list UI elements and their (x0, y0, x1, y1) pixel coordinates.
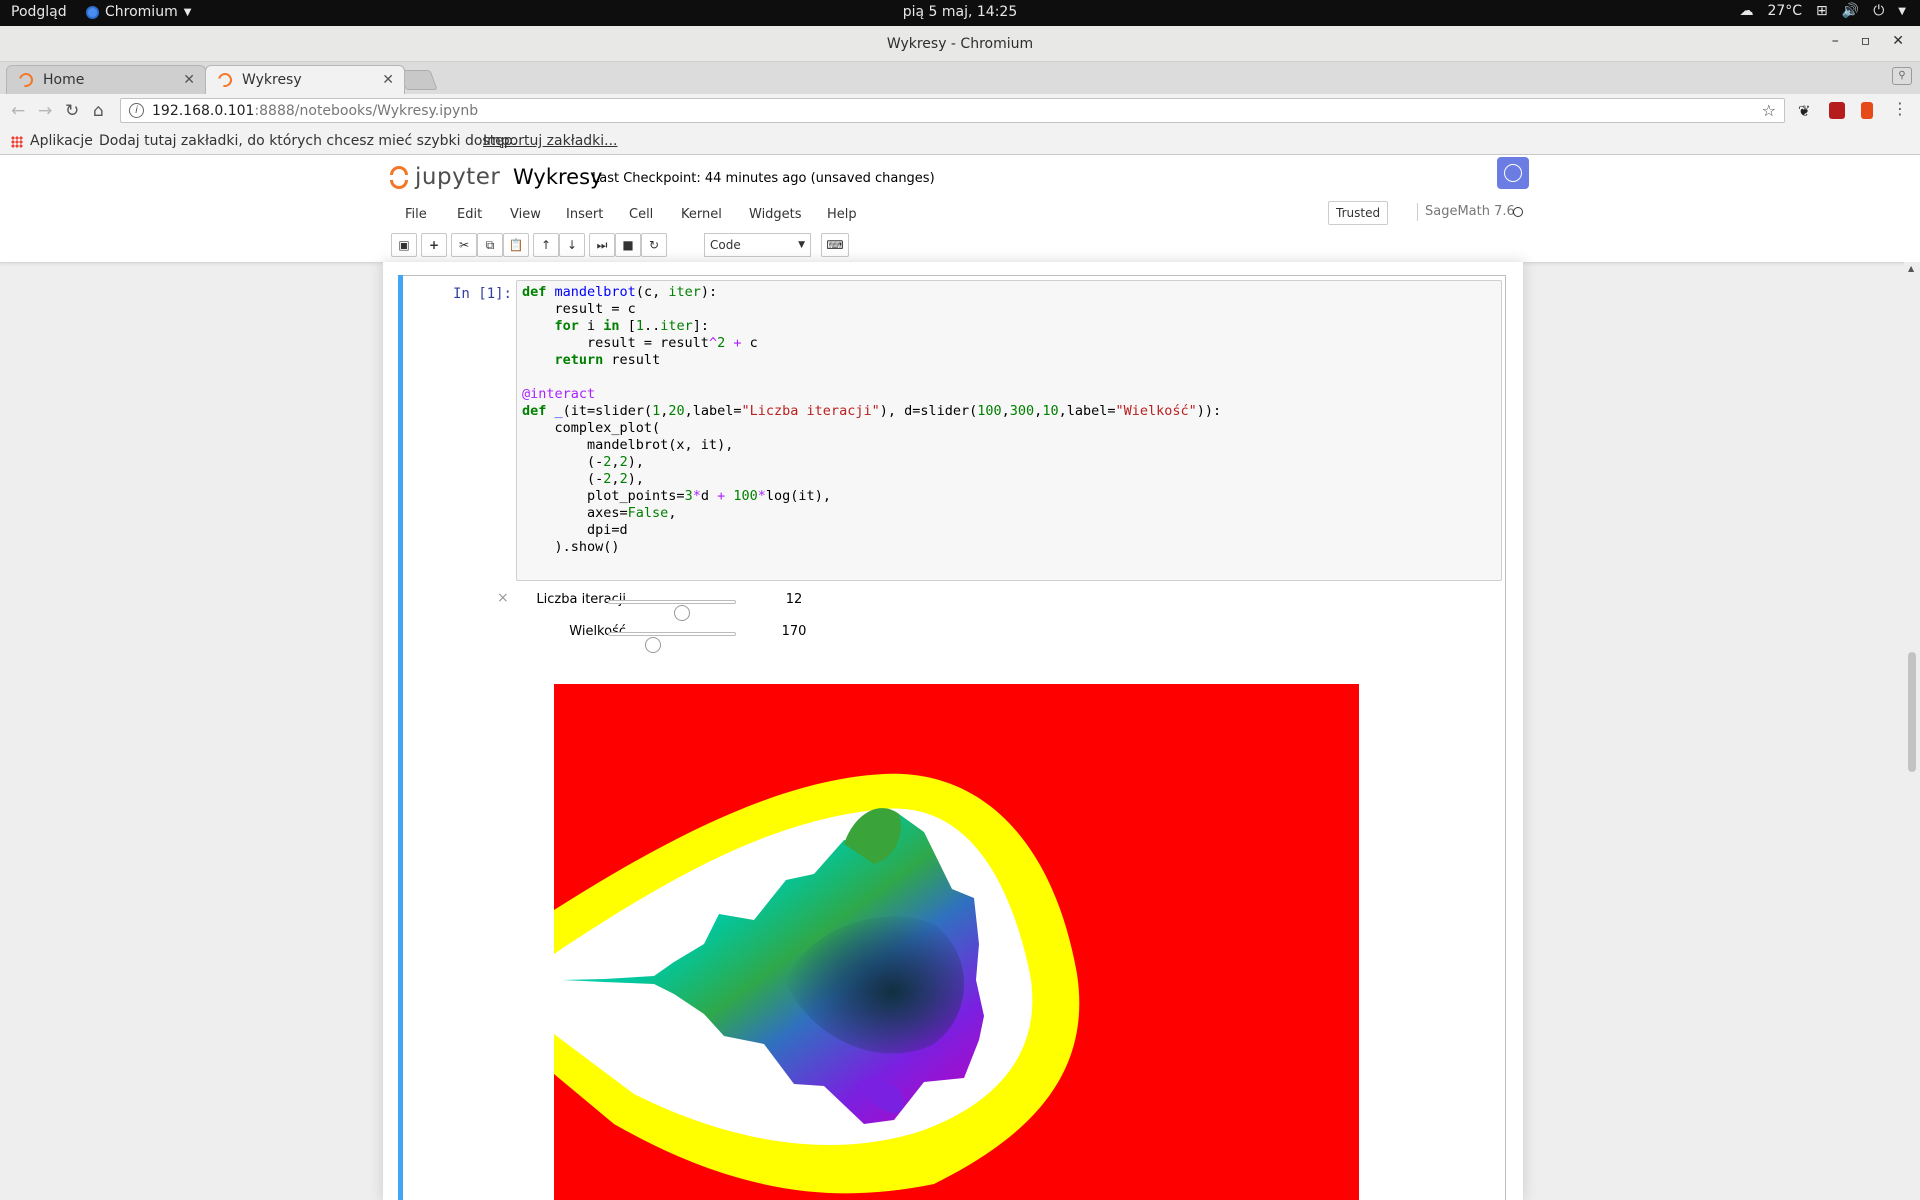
copy-icon[interactable]: ⧉ (477, 233, 503, 257)
slider-handle[interactable] (674, 605, 691, 621)
slider-track[interactable] (608, 632, 736, 653)
jupyter-logo-icon (389, 164, 409, 190)
info-icon[interactable]: i (129, 103, 144, 118)
extension-icon[interactable]: ❦ (1798, 102, 1814, 120)
run-icon[interactable]: ⏭ (589, 233, 615, 257)
tab-title: Home (43, 72, 85, 88)
slider-value[interactable]: 170 (774, 624, 814, 639)
scroll-up-icon[interactable]: ▲ (1908, 264, 1914, 273)
cell-selection-bar (398, 275, 403, 1200)
cut-icon[interactable]: ✂ (451, 233, 477, 257)
tab-title: Wykresy (242, 72, 302, 88)
volume-icon: 🔊 (1841, 3, 1860, 19)
kernel-name[interactable]: SageMath 7.6 (1417, 203, 1515, 221)
add-cell-icon[interactable]: + (421, 233, 447, 257)
apps-grid-icon[interactable] (11, 136, 23, 148)
app-menu[interactable]: Chromium ▼ (86, 4, 191, 20)
profile-icon[interactable]: ⚲ (1892, 67, 1912, 85)
chevron-down-icon: ▼ (183, 6, 192, 18)
notebook-title[interactable]: Wykresy (513, 165, 602, 189)
tab-strip: Home ✕ Wykresy ✕ ⚲ (0, 62, 1920, 94)
system-tray[interactable]: ☁ 27°C ⊞ 🔊 ⏻ ▼ (1739, 3, 1906, 19)
checkpoint-status: Last Checkpoint: 44 minutes ago (unsaved… (592, 171, 935, 186)
cell-type-value: Code (710, 238, 741, 252)
chevron-down-icon: ▼ (798, 240, 805, 250)
jupyter-wordmark: jupyter (415, 164, 501, 190)
move-down-icon[interactable]: ↓ (559, 233, 585, 257)
slider-handle[interactable] (645, 637, 662, 653)
tab-wykresy[interactable]: Wykresy ✕ (205, 65, 405, 94)
jupyter-favicon-icon (215, 70, 235, 90)
slider-track[interactable] (608, 600, 736, 621)
paste-icon[interactable]: 📋 (503, 233, 529, 257)
cell-type-select[interactable]: Code ▼ (704, 233, 811, 257)
menu-file[interactable]: File (405, 207, 427, 222)
move-up-icon[interactable]: ↑ (533, 233, 559, 257)
minimize-icon[interactable]: – (1832, 33, 1839, 49)
mandelbrot-plot (554, 684, 1359, 1200)
gnome-top-bar: Podgląd Chromium ▼ pią 5 maj, 14:25 ☁ 27… (0, 0, 1920, 26)
kernel-status-icon (1513, 207, 1523, 217)
clock-container: pią 5 maj, 14:25 (0, 4, 1920, 20)
sagemath-logo-icon (1497, 157, 1529, 189)
chevron-down-icon: ▼ (1898, 5, 1906, 17)
close-icon[interactable]: ✕ (1892, 33, 1904, 49)
scrollbar-thumb[interactable] (1908, 652, 1916, 772)
save-icon[interactable]: ▣ (391, 233, 417, 257)
menu-cell[interactable]: Cell (629, 207, 653, 222)
menu-widgets[interactable]: Widgets (749, 207, 802, 222)
menu-insert[interactable]: Insert (566, 207, 603, 222)
menu-edit[interactable]: Edit (457, 207, 482, 222)
menu-help[interactable]: Help (827, 207, 857, 222)
code-text[interactable]: def mandelbrot(c, iter): result = c for … (522, 284, 1221, 556)
weather-icon: ☁ (1739, 3, 1754, 19)
page-scrollbar[interactable]: ▲ (1904, 262, 1920, 1200)
tab-home[interactable]: Home ✕ (6, 65, 206, 94)
menu-dots-icon[interactable]: ⋮ (1892, 99, 1908, 118)
network-icon: ⊞ (1816, 3, 1828, 19)
slider-value[interactable]: 12 (774, 592, 814, 607)
close-icon[interactable]: ✕ (183, 72, 195, 88)
code-editor[interactable]: def mandelbrot(c, iter): result = c for … (516, 280, 1502, 581)
power-icon: ⏻ (1873, 3, 1885, 19)
jupyter-header: jupyter Wykresy Last Checkpoint: 44 minu… (0, 155, 1920, 263)
bookmarks-bar: Aplikacje Dodaj tutaj zakładki, do który… (0, 128, 1920, 155)
keyboard-icon[interactable]: ⌨ (821, 233, 849, 257)
url-host: 192.168.0.101 (152, 102, 255, 119)
reload-icon[interactable]: ↻ (65, 101, 79, 121)
jupyter-favicon-icon (16, 70, 36, 90)
bookmarks-hint: Dodaj tutaj zakładki, do których chcesz … (99, 133, 518, 149)
app-menu-label: Chromium (105, 4, 178, 20)
menu-kernel[interactable]: Kernel (681, 207, 722, 222)
office-icon[interactable] (1861, 102, 1873, 119)
trusted-badge[interactable]: Trusted (1328, 201, 1389, 225)
close-icon[interactable]: ✕ (382, 72, 394, 88)
slider-iterations: Liczba iteracji 12 (516, 589, 916, 621)
menu-view[interactable]: View (510, 207, 541, 222)
url-path: :8888/notebooks/Wykresy.ipynb (254, 102, 479, 119)
restart-icon[interactable]: ↻ (641, 233, 667, 257)
maximize-icon[interactable]: ▫ (1861, 33, 1871, 49)
browser-toolbar: ← → ↻ ⌂ i 192.168.0.101:8888/notebooks/W… (0, 94, 1920, 128)
home-icon[interactable]: ⌂ (93, 101, 104, 121)
slider-size: Wielkość 170 (516, 621, 916, 653)
import-bookmarks-link[interactable]: Importuj zakładki... (483, 133, 618, 149)
window-titlebar: Wykresy - Chromium – ▫ ✕ (0, 26, 1920, 62)
activities-button[interactable]: Podgląd (11, 4, 67, 20)
jupyter-logo[interactable]: jupyter (389, 164, 500, 190)
address-bar[interactable]: i 192.168.0.101:8888/notebooks/Wykresy.i… (120, 98, 1785, 123)
bookmark-star-icon[interactable]: ☆ (1762, 101, 1776, 120)
temperature: 27°C (1767, 3, 1803, 19)
window-title: Wykresy - Chromium (886, 36, 1034, 52)
back-icon[interactable]: ← (11, 101, 25, 121)
ublock-icon[interactable] (1829, 102, 1845, 119)
close-widget-icon[interactable]: × (497, 590, 509, 606)
forward-icon[interactable]: → (38, 101, 52, 121)
stop-icon[interactable]: ■ (615, 233, 641, 257)
apps-link[interactable]: Aplikacje (30, 133, 93, 149)
clock[interactable]: pią 5 maj, 14:25 (903, 4, 1018, 20)
chromium-icon (86, 5, 99, 19)
cell-prompt: In [1]: (452, 286, 512, 302)
